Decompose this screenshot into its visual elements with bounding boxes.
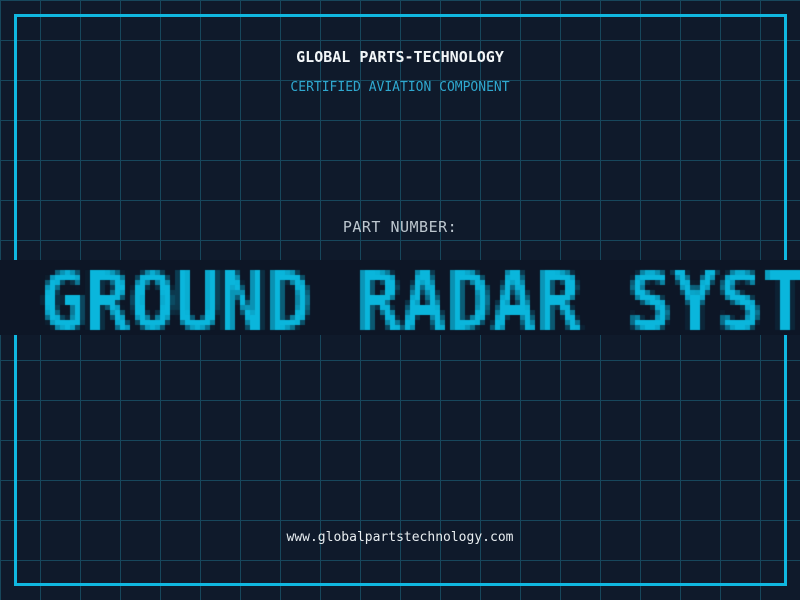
marquee-band xyxy=(0,260,800,335)
part-number-label: PART NUMBER: xyxy=(342,218,458,236)
certification-subtitle: CERTIFIED AVIATION COMPONENT xyxy=(290,80,510,95)
marquee-text-canvas xyxy=(0,260,800,335)
brand-title: GLOBAL PARTS-TECHNOLOGY xyxy=(296,48,504,66)
product-display-screen: GLOBAL PARTS-TECHNOLOGY CERTIFIED AVIATI… xyxy=(0,0,800,600)
website-url: www.globalpartstechnology.com xyxy=(286,530,514,545)
